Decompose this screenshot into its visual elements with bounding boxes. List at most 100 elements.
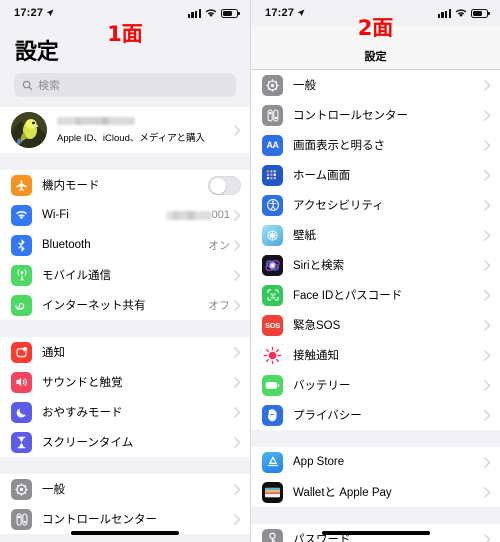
- battery-icon: [471, 8, 490, 18]
- row-partial-next[interactable]: コントロールセンター: [0, 504, 250, 534]
- screen-time-hourglass-icon: [11, 431, 32, 453]
- chevron-right-icon: [484, 486, 491, 498]
- row-siri-search[interactable]: Siriと検索: [251, 250, 500, 280]
- row-bluetooth[interactable]: Bluetooth オン: [0, 230, 250, 260]
- row-label: 一般: [42, 484, 65, 496]
- row-label: アクセシビリティ: [293, 200, 384, 212]
- row-battery[interactable]: バッテリー: [251, 370, 500, 400]
- settings-list-right: 一般 コントロールセンター AA 画面表示と明るさ ホーム画面 アクセシビリティ…: [251, 70, 500, 542]
- row-sounds-haptics[interactable]: サウンドと触覚: [0, 367, 250, 397]
- row-do-not-disturb[interactable]: おやすみモード: [0, 397, 250, 427]
- chevron-right-icon: [484, 169, 491, 181]
- passwords-key-icon: [262, 528, 283, 542]
- do-not-disturb-moon-icon: [11, 401, 32, 423]
- row-label: Wi-Fi: [42, 209, 69, 221]
- chevron-right-icon: [234, 436, 241, 448]
- app-store-icon: [262, 451, 283, 473]
- row-label: プライバシー: [293, 410, 362, 422]
- left-phone-screen: 17:27 1面 設定 検索 Apple ID、iCloud、メディアと購入 機…: [0, 0, 250, 542]
- chevron-right-icon: [484, 533, 491, 542]
- chevron-right-icon: [484, 229, 491, 241]
- row-general[interactable]: 一般: [0, 474, 250, 504]
- row-wallet-apple-pay[interactable]: Walletと Apple Pay: [251, 477, 500, 507]
- row-label: 一般: [293, 80, 316, 92]
- page-flag-left: 1面: [107, 22, 143, 46]
- notifications-icon: [11, 341, 32, 363]
- general-group-left: 一般 コントロールセンター: [0, 474, 250, 534]
- chevron-right-icon: [484, 349, 491, 361]
- right-phone-screen: 17:27 2面 設定 一般 コントロールセンター AA 画面表示と明るさ ホー…: [250, 0, 500, 542]
- apple-id-account-row[interactable]: Apple ID、iCloud、メディアと購入: [0, 107, 250, 153]
- row-home-screen[interactable]: ホーム画面: [251, 160, 500, 190]
- sos-badge-text: SOS: [265, 320, 280, 330]
- row-app-store[interactable]: App Store: [251, 447, 500, 477]
- hotspot-value: オフ: [208, 300, 230, 312]
- wifi-ssid-suffix: 001: [211, 209, 230, 221]
- search-placeholder-left: 検索: [38, 80, 60, 92]
- battery-icon: [262, 374, 283, 396]
- row-control-center[interactable]: コントロールセンター: [251, 100, 500, 130]
- cellular-bars-icon: [437, 8, 451, 18]
- row-screen-time[interactable]: スクリーンタイム: [0, 427, 250, 457]
- chevron-right-icon: [484, 79, 491, 91]
- row-emergency-sos[interactable]: SOS 緊急SOS: [251, 310, 500, 340]
- search-icon: [22, 80, 33, 90]
- chevron-right-icon: [484, 379, 491, 391]
- search-input-left[interactable]: 検索: [14, 73, 236, 97]
- chevron-right-icon: [484, 199, 491, 211]
- nav-title-right: 設定: [364, 51, 387, 63]
- chevron-right-icon: [484, 139, 491, 151]
- row-notifications[interactable]: 通知: [0, 337, 250, 367]
- chevron-right-icon: [234, 269, 241, 281]
- account-subtitle: Apple ID、iCloud、メディアと購入: [57, 132, 206, 144]
- status-bar-indicators-left: [187, 8, 240, 18]
- location-arrow-icon: [46, 9, 54, 17]
- account-group: Apple ID、iCloud、メディアと購入: [0, 107, 250, 153]
- row-label: 壁紙: [293, 230, 316, 242]
- section-gap: [0, 457, 250, 474]
- store-group: App Store Walletと Apple Pay: [251, 447, 500, 507]
- row-airplane-mode[interactable]: 機内モード: [0, 170, 250, 200]
- cellular-antenna-icon: [11, 264, 32, 286]
- row-wifi[interactable]: Wi-Fi 001: [0, 200, 250, 230]
- account-text: Apple ID、iCloud、メディアと購入: [57, 116, 234, 144]
- row-display-brightness[interactable]: AA 画面表示と明るさ: [251, 130, 500, 160]
- row-privacy[interactable]: プライバシー: [251, 400, 500, 430]
- section-gap: [251, 430, 500, 447]
- status-bar-indicators-right: [437, 8, 490, 18]
- wifi-icon: [205, 8, 217, 17]
- display-brightness-aa-icon: AA: [262, 134, 283, 156]
- notifications-group: 通知 サウンドと触覚 おやすみモード スクリーンタイム: [0, 337, 250, 457]
- control-center-icon: [262, 104, 283, 126]
- row-general[interactable]: 一般: [251, 70, 500, 100]
- row-cellular[interactable]: モバイル通信: [0, 260, 250, 290]
- home-indicator-right: [321, 531, 430, 535]
- home-indicator-left: [71, 531, 179, 535]
- bluetooth-value: オン: [208, 240, 230, 252]
- airplane-mode-toggle[interactable]: [208, 175, 241, 195]
- location-arrow-icon: [297, 9, 305, 17]
- chevron-right-icon: [234, 299, 241, 311]
- row-label: Walletと Apple Pay: [293, 487, 392, 499]
- wifi-icon: [11, 204, 32, 226]
- gear-icon: [11, 478, 32, 500]
- system-group: 一般 コントロールセンター AA 画面表示と明るさ ホーム画面 アクセシビリティ…: [251, 70, 500, 430]
- row-wallpaper[interactable]: 壁紙: [251, 220, 500, 250]
- row-personal-hotspot[interactable]: インターネット共有 オフ: [0, 290, 250, 320]
- row-label: Siriと検索: [293, 260, 345, 272]
- sounds-haptics-icon: [11, 371, 32, 393]
- row-face-id-passcode[interactable]: Face IDとパスコード: [251, 280, 500, 310]
- row-label: 画面表示と明るさ: [293, 140, 385, 152]
- section-gap: [0, 320, 250, 337]
- row-exposure-notification[interactable]: 接触通知: [251, 340, 500, 370]
- section-gap: [251, 507, 500, 524]
- row-accessibility[interactable]: アクセシビリティ: [251, 190, 500, 220]
- chevron-right-icon: [234, 376, 241, 388]
- row-label: おやすみモード: [42, 407, 123, 419]
- wallpaper-flower-icon: [262, 224, 283, 246]
- control-center-icon: [11, 508, 32, 530]
- dual-screenshot-comparison: 17:27 1面 設定 検索 Apple ID、iCloud、メディアと購入 機…: [0, 0, 500, 542]
- siri-orb-icon: [262, 254, 283, 276]
- home-screen-grid-icon: [262, 164, 283, 186]
- chevron-right-icon: [484, 289, 491, 301]
